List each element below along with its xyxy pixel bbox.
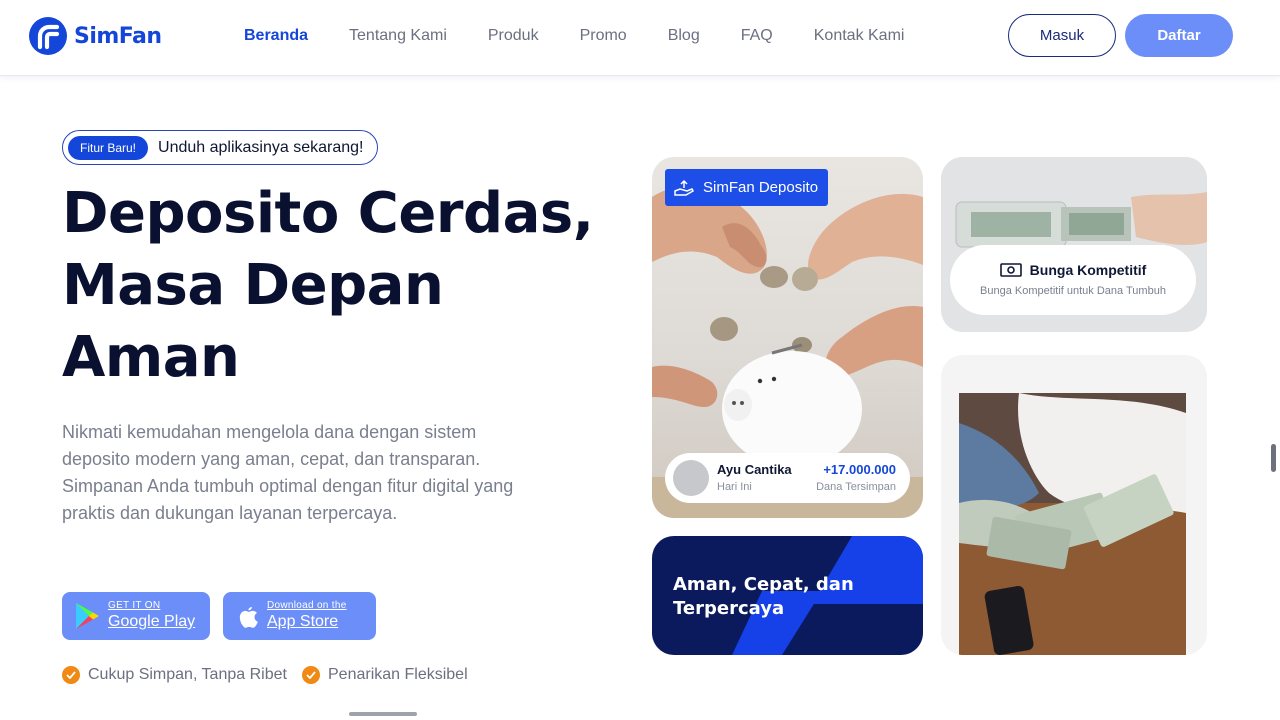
app-store-button[interactable]: Download on the App Store: [223, 592, 376, 640]
nav-item-beranda[interactable]: Beranda: [244, 24, 308, 48]
simfan-logo-icon: [29, 17, 67, 55]
hero-title-line: Deposito Cerdas,: [62, 181, 594, 246]
site-header: SimFan Beranda Tentang Kami Produk Promo…: [0, 0, 1280, 76]
register-button[interactable]: Daftar: [1125, 14, 1233, 57]
new-feature-pill[interactable]: Fitur Baru! Unduh aplikasinya sekarang!: [62, 130, 379, 165]
hero-description: Nikmati kemudahan mengelola dana dengan …: [62, 422, 514, 523]
deposito-badge-label: SimFan Deposito: [703, 179, 819, 196]
google-play-button[interactable]: GET IT ON Google Play: [62, 592, 210, 640]
google-play-icon: [76, 603, 99, 629]
app-store-big-text: App Store: [267, 613, 339, 630]
google-play-small-text: GET IT ON: [108, 600, 161, 611]
nav-item-promo[interactable]: Promo: [580, 24, 627, 48]
saver-amount: +17.000.000: [823, 462, 896, 477]
tagline-card: Aman, Cepat, dan Terpercaya: [652, 536, 923, 655]
deposito-badge: SimFan Deposito: [665, 169, 829, 206]
brand-name: SimFan: [74, 23, 162, 49]
check-icon: [62, 666, 80, 684]
hero-title: Deposito Cerdas, Masa Depan Aman: [62, 178, 622, 394]
hero-title-line: Aman: [62, 325, 240, 390]
feature-check-label: Cukup Simpan, Tanpa Ribet: [88, 666, 287, 683]
competitive-interest-subtitle: Bunga Kompetitif untuk Dana Tumbuh: [980, 285, 1166, 297]
check-icon: [302, 666, 320, 684]
avatar: [673, 460, 709, 496]
login-button[interactable]: Masuk: [1008, 14, 1116, 57]
tagline-text: Aman, Cepat, dan Terpercaya: [673, 574, 854, 619]
page-scrollbar[interactable]: [1271, 444, 1276, 472]
saver-summary-card: Ayu Cantika Hari Ini +17.000.000 Dana Te…: [665, 453, 910, 503]
competitive-interest-title: Bunga Kompetitif: [1029, 262, 1147, 278]
saver-amount-label: Dana Tersimpan: [816, 481, 896, 493]
new-feature-text: Unduh aplikasinya sekarang!: [158, 138, 364, 156]
feature-check-item: Cukup Simpan, Tanpa Ribet: [62, 666, 287, 684]
scroll-indicator[interactable]: [349, 712, 417, 716]
feature-check-label: Penarikan Fleksibel: [328, 666, 468, 683]
piggy-bank-card: SimFan Deposito Ayu Cantika Hari Ini +17…: [652, 157, 923, 518]
nav-item-blog[interactable]: Blog: [668, 24, 700, 48]
hero-title-line: Masa Depan: [62, 253, 444, 318]
saver-time: Hari Ini: [717, 481, 752, 493]
money-jar-card: Bunga Kompetitif Bunga Kompetitif untuk …: [941, 157, 1207, 332]
new-feature-badge: Fitur Baru!: [68, 135, 149, 160]
nav-item-faq[interactable]: FAQ: [741, 24, 773, 48]
saver-name: Ayu Cantika: [717, 462, 792, 477]
nav-item-produk[interactable]: Produk: [488, 24, 539, 48]
competitive-interest-card: Bunga Kompetitif Bunga Kompetitif untuk …: [950, 245, 1196, 315]
counting-money-card: [941, 355, 1207, 655]
nav-item-kontak-kami[interactable]: Kontak Kami: [814, 24, 905, 48]
counting-money-photo: [959, 393, 1186, 655]
nav-item-tentang-kami[interactable]: Tentang Kami: [349, 24, 447, 48]
brand-logo[interactable]: SimFan: [28, 16, 162, 56]
feature-check-item: Penarikan Fleksibel: [302, 666, 468, 684]
deposit-hand-icon: [674, 179, 694, 196]
apple-icon: [239, 607, 258, 628]
app-store-small-text: Download on the: [267, 600, 347, 611]
money-bill-icon: [999, 263, 1022, 277]
main-nav: Beranda Tentang Kami Produk Promo Blog F…: [244, 24, 945, 48]
google-play-big-text: Google Play: [108, 613, 196, 630]
